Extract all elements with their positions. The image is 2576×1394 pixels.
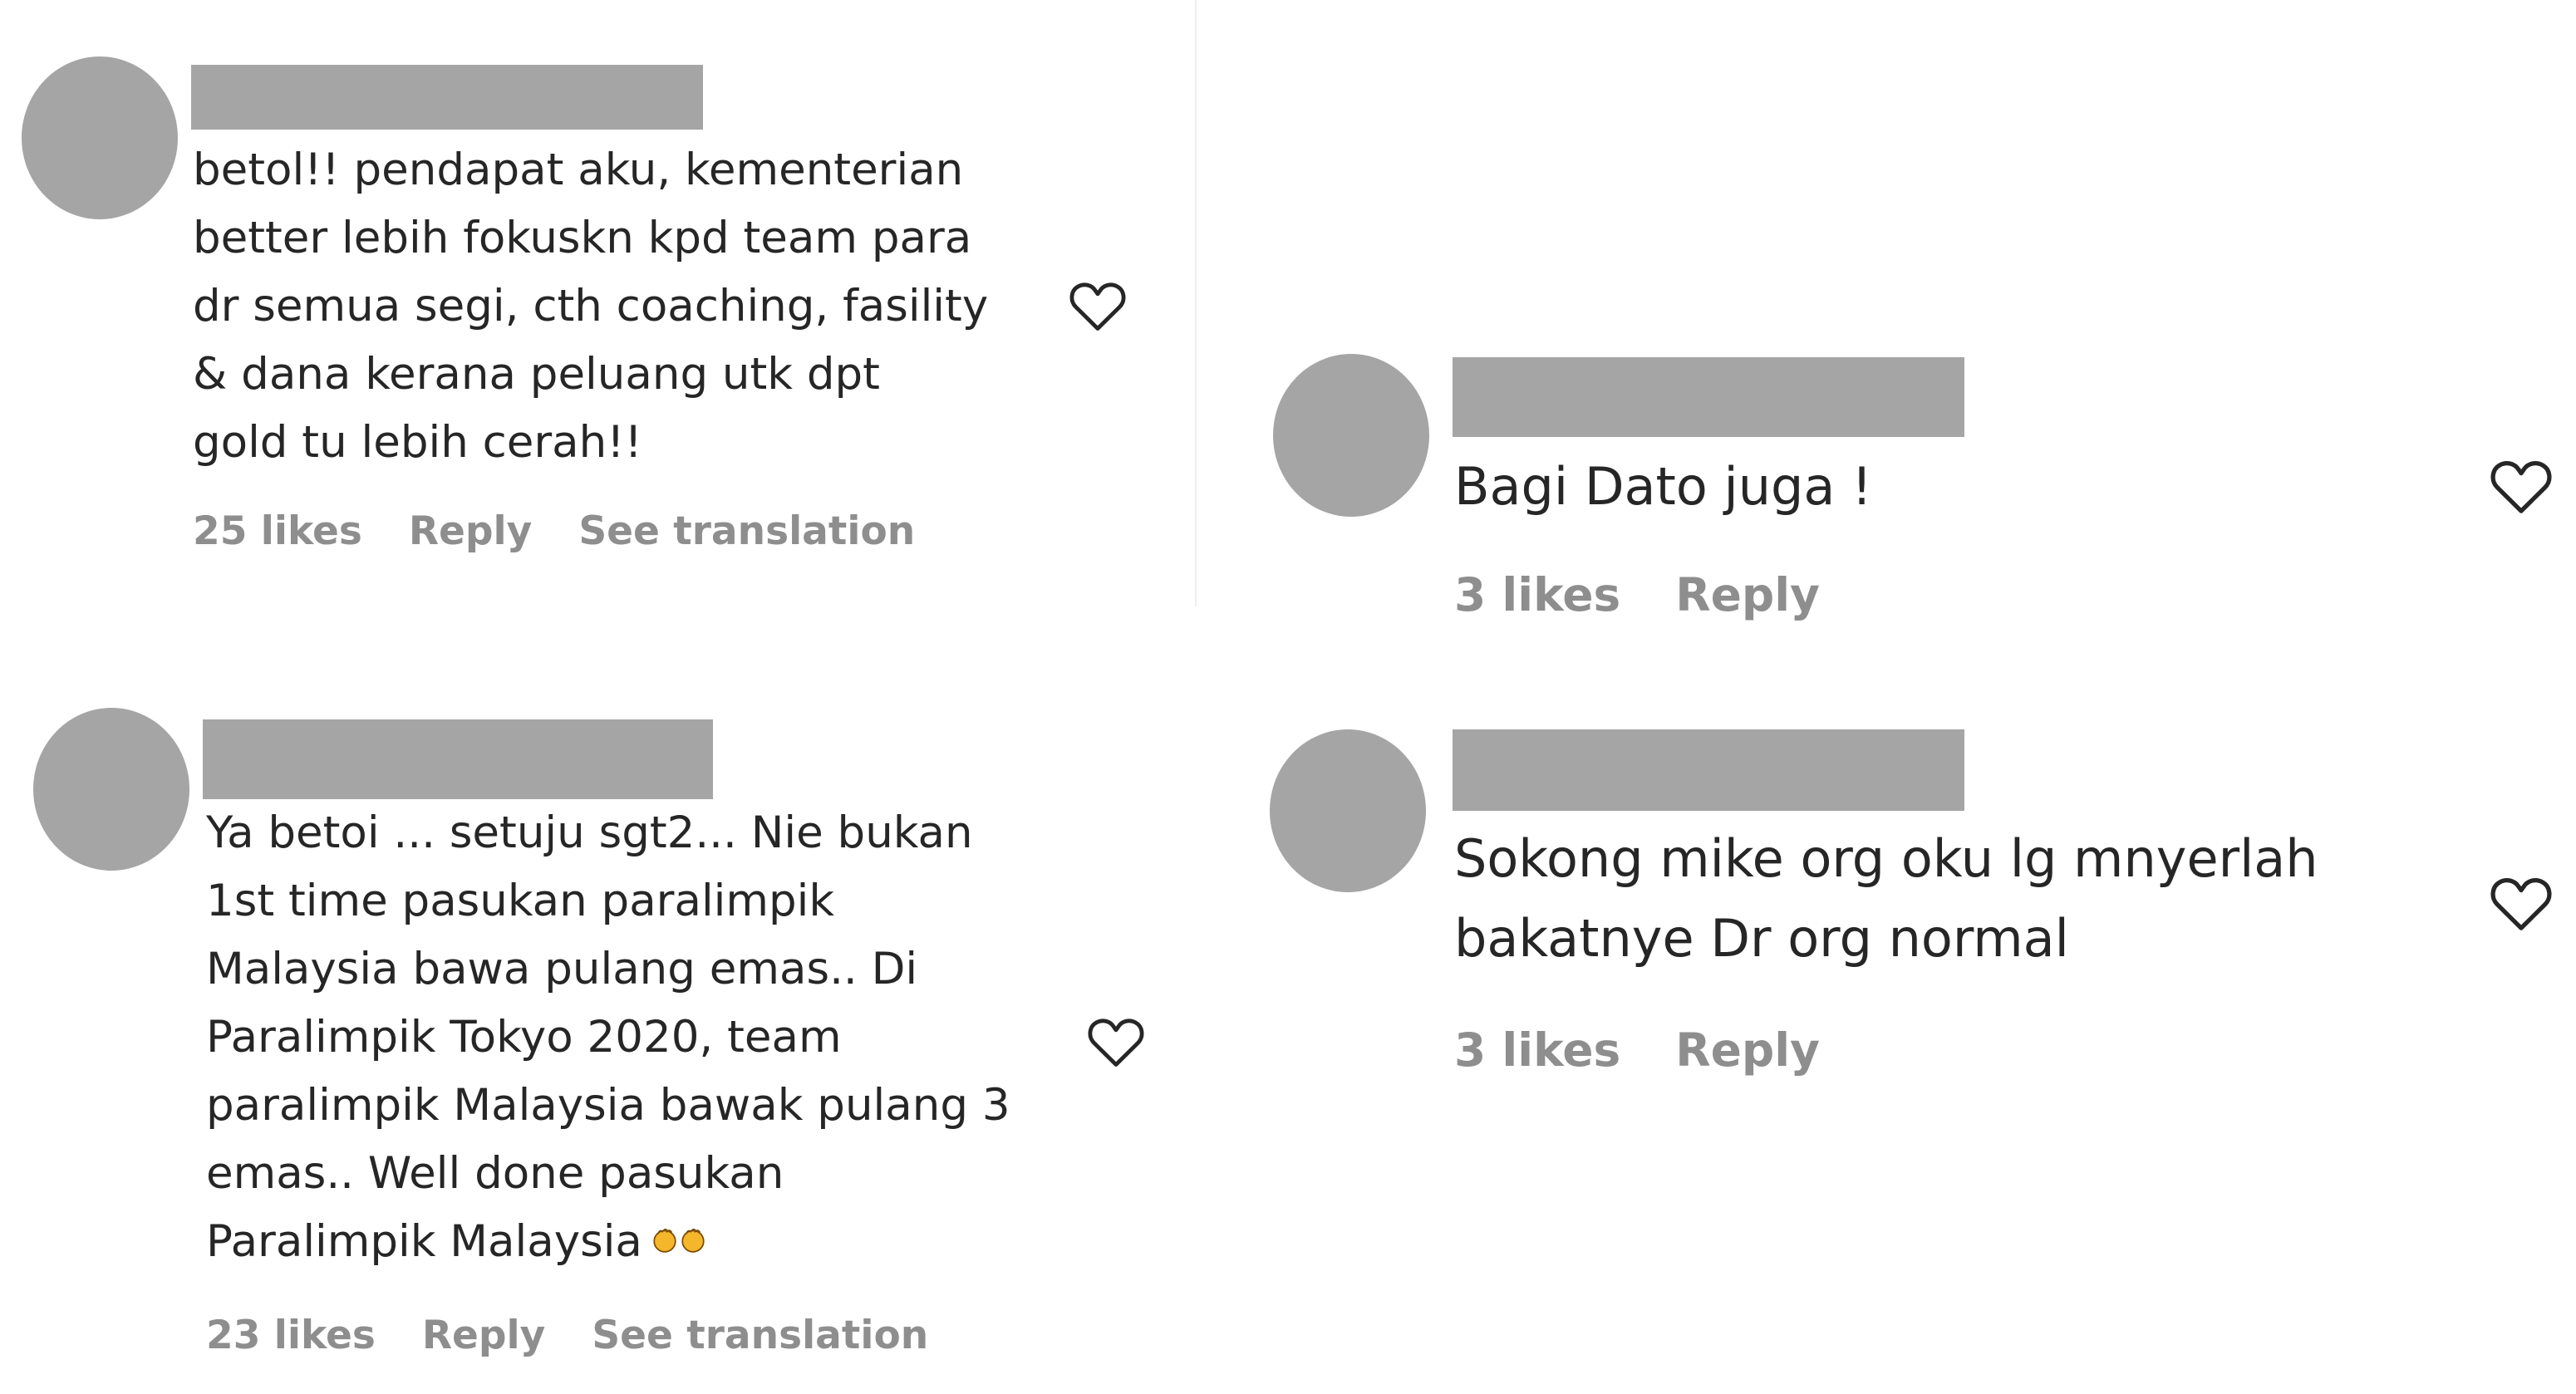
likes-count[interactable]: 23 likes xyxy=(206,1313,376,1358)
see-translation-link[interactable]: See translation xyxy=(578,508,915,554)
avatar[interactable] xyxy=(1273,354,1429,517)
likes-count[interactable]: 3 likes xyxy=(1454,568,1620,621)
comment-text: Bagi Dato juga ! xyxy=(1454,456,1872,517)
likes-count[interactable]: 3 likes xyxy=(1454,1023,1620,1077)
username-redacted[interactable] xyxy=(1453,729,1964,811)
avatar[interactable] xyxy=(33,708,189,871)
username-redacted[interactable] xyxy=(1453,357,1964,437)
comment-text-body: Ya betoi ... setuju sgt2... Nie bukan 1s… xyxy=(206,807,1010,1267)
heart-icon[interactable] xyxy=(1067,277,1128,332)
comment-text: betol!! pendapat aku, kementerian better… xyxy=(193,145,989,468)
avatar[interactable] xyxy=(22,56,178,219)
avatar[interactable] xyxy=(1270,729,1426,892)
comment-text: Ya betoi ... setuju sgt2... Nie bukan 1s… xyxy=(206,799,1087,1276)
comment-meta: 3 likes Reply xyxy=(1454,568,1820,621)
comment-text: Sokong mike org oku lg mnyerlah bakatnye… xyxy=(1454,828,2318,969)
reply-button[interactable]: Reply xyxy=(1675,1023,1820,1077)
likes-count[interactable]: 25 likes xyxy=(193,508,362,554)
username-redacted[interactable] xyxy=(203,719,713,799)
column-divider xyxy=(1195,0,1197,606)
reply-button[interactable]: Reply xyxy=(409,508,532,554)
heart-icon[interactable] xyxy=(2488,872,2554,932)
clapping-hands-emoji xyxy=(653,1228,705,1253)
reply-button[interactable]: Reply xyxy=(1675,568,1820,621)
username-redacted[interactable] xyxy=(191,65,703,130)
see-translation-link[interactable]: See translation xyxy=(592,1313,928,1358)
comment-meta: 25 likes Reply See translation xyxy=(193,508,915,554)
heart-icon[interactable] xyxy=(1085,1014,1147,1068)
heart-icon[interactable] xyxy=(2488,455,2554,515)
reply-button[interactable]: Reply xyxy=(422,1313,545,1358)
comment-meta: 23 likes Reply See translation xyxy=(206,1313,928,1358)
comment-meta: 3 likes Reply xyxy=(1454,1023,1820,1077)
